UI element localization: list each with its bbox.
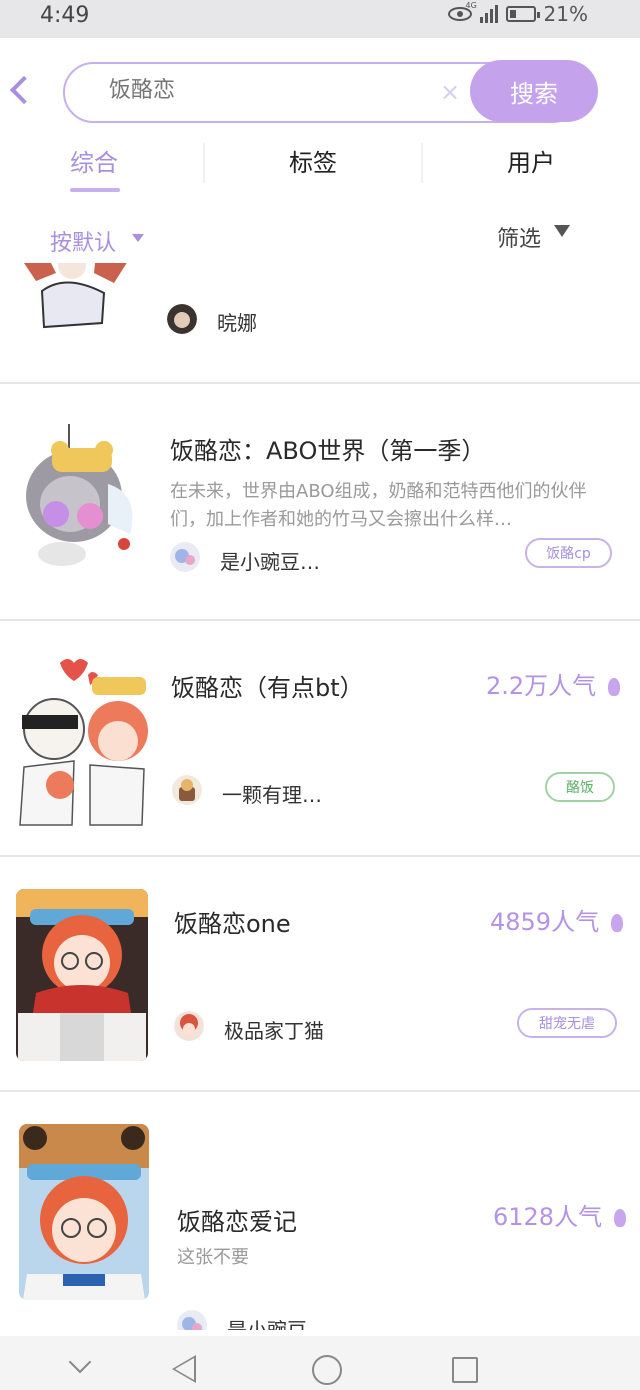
chevron-down-icon[interactable] bbox=[68, 1350, 92, 1374]
author-avatar[interactable] bbox=[172, 775, 202, 805]
author-avatar[interactable] bbox=[170, 542, 200, 572]
author-name[interactable]: 极品家丁猫 bbox=[224, 1015, 324, 1044]
tab-tags[interactable]: 标签 bbox=[289, 143, 337, 178]
search-button[interactable]: 搜索 bbox=[470, 60, 598, 122]
clear-icon[interactable]: × bbox=[440, 80, 460, 104]
popularity-text: 6128人气 bbox=[493, 1203, 603, 1231]
search-bar: × 搜索 bbox=[0, 50, 640, 130]
result-item[interactable]: 晥娜 bbox=[0, 263, 640, 384]
author-name[interactable]: 一颗有理… bbox=[222, 779, 322, 808]
result-item[interactable]: 饭酪恋爱记 这张不要 6128人气 是小豌豆… bbox=[0, 1092, 640, 1330]
battery-icon bbox=[505, 6, 540, 22]
author-name[interactable]: 是小豌豆… bbox=[220, 546, 320, 575]
search-input[interactable] bbox=[109, 78, 409, 103]
results-list: 晥娜 饭酪恋：ABO世界（第一季） 在未来，世界由ABO组成，奶酪和范特西他们的… bbox=[0, 263, 640, 1330]
cover-image bbox=[16, 889, 148, 1061]
status-icons: 4G 21% bbox=[447, 2, 588, 26]
network-label: 4G bbox=[465, 1, 477, 10]
popularity-count: 2.2万人气 bbox=[486, 666, 621, 701]
popularity-text: 4859人气 bbox=[490, 908, 600, 936]
status-bar: 4:49 4G 21% bbox=[0, 0, 640, 38]
result-title[interactable]: 饭酪恋爱记 bbox=[177, 1202, 297, 1237]
battery-level: 21% bbox=[543, 2, 588, 26]
signal-icon: 4G bbox=[466, 2, 498, 23]
system-nav-bar bbox=[0, 1336, 640, 1390]
filter-row: 按默认 筛选 bbox=[0, 215, 640, 265]
tab-users[interactable]: 用户 bbox=[507, 143, 555, 178]
author-avatar[interactable] bbox=[177, 1310, 207, 1330]
popularity-count: 4859人气 bbox=[490, 902, 624, 937]
cover-image bbox=[16, 263, 130, 339]
nav-home-icon[interactable] bbox=[312, 1355, 342, 1385]
dropdown-arrow-icon[interactable] bbox=[132, 234, 144, 242]
result-item[interactable]: 饭酪恋one 4859人气 极品家丁猫 甜宠无虐 bbox=[0, 857, 640, 1092]
sort-dropdown[interactable]: 按默认 bbox=[50, 225, 116, 257]
result-item[interactable]: 饭酪恋（有点bt） 2.2万人气 一颗有理… 酪饭 bbox=[0, 621, 640, 857]
popularity-text: 2.2万人气 bbox=[486, 672, 597, 700]
result-description: 在未来，世界由ABO组成，奶酪和范特西他们的伙伴们，加上作者和她的竹马又会擦出什… bbox=[170, 481, 587, 530]
tab-divider bbox=[203, 143, 205, 183]
nav-back-icon[interactable] bbox=[172, 1355, 196, 1383]
tag-badge[interactable]: 酪饭 bbox=[545, 772, 615, 802]
cover-image bbox=[19, 1124, 149, 1300]
fire-icon bbox=[608, 678, 621, 696]
fire-icon bbox=[614, 1209, 627, 1227]
tab-bar: 综合 标签 用户 bbox=[0, 135, 640, 195]
back-arrow-icon[interactable] bbox=[9, 75, 39, 105]
tag-badge[interactable]: 饭酪cp bbox=[525, 538, 612, 568]
tab-divider bbox=[421, 143, 423, 183]
popularity-count: 6128人气 bbox=[493, 1197, 627, 1232]
filter-button[interactable]: 筛选 bbox=[497, 221, 541, 253]
author-avatar[interactable] bbox=[167, 304, 197, 334]
result-title[interactable]: 饭酪恋：ABO世界（第一季） bbox=[170, 431, 485, 466]
result-title[interactable]: 饭酪恋one bbox=[174, 904, 291, 939]
author-avatar[interactable] bbox=[174, 1011, 204, 1041]
result-description: 这张不要 bbox=[177, 1247, 249, 1268]
tag-badge[interactable]: 甜宠无虐 bbox=[517, 1008, 617, 1038]
result-title[interactable]: 饭酪恋（有点bt） bbox=[171, 668, 364, 703]
tab-overall[interactable]: 综合 bbox=[70, 143, 118, 178]
nav-recent-apps-icon[interactable] bbox=[452, 1357, 478, 1383]
author-name[interactable]: 是小豌豆… bbox=[227, 1314, 327, 1330]
cover-image bbox=[14, 657, 148, 833]
filter-funnel-icon[interactable] bbox=[554, 225, 570, 237]
status-time: 4:49 bbox=[40, 3, 90, 28]
cover-image bbox=[12, 414, 142, 574]
fire-icon bbox=[611, 914, 624, 932]
author-name[interactable]: 晥娜 bbox=[217, 307, 257, 336]
result-item[interactable]: 饭酪恋：ABO世界（第一季） 在未来，世界由ABO组成，奶酪和范特西他们的伙伴们… bbox=[0, 384, 640, 621]
active-tab-indicator bbox=[70, 188, 120, 192]
